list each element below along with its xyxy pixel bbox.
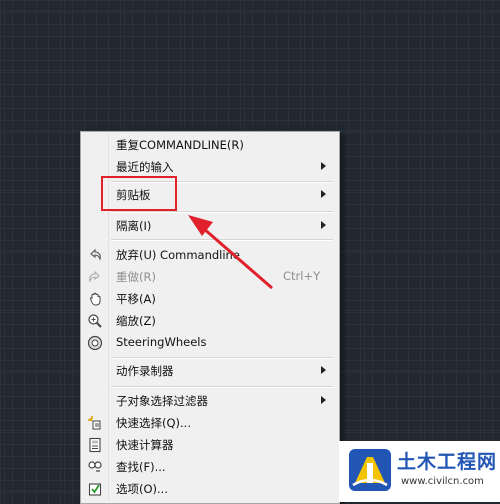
menu-separator bbox=[111, 357, 333, 359]
watermark-title: 土木工程网 bbox=[397, 451, 498, 473]
undo-icon bbox=[90, 248, 101, 261]
menu-item-label: 放弃(U) Commandline bbox=[116, 248, 240, 262]
menu-item-quick-calculator[interactable]: 快速计算器 bbox=[81, 434, 339, 456]
submenu-arrow-icon bbox=[321, 221, 326, 229]
menu-item-zoom[interactable]: 缩放(Z) bbox=[81, 310, 339, 332]
menu-item-label: 选项(O)... bbox=[116, 482, 168, 496]
submenu-arrow-icon bbox=[321, 396, 326, 404]
menu-item-label: 重复COMMANDLINE(R) bbox=[116, 138, 244, 152]
menu-item-pan[interactable]: 平移(A) bbox=[81, 288, 339, 310]
menu-item-options[interactable]: 选项(O)... bbox=[81, 478, 339, 500]
menu-separator bbox=[111, 239, 333, 241]
menu-item-find[interactable]: 查找(F)... bbox=[81, 456, 339, 478]
options-checkbox-icon bbox=[88, 483, 102, 496]
menu-item-label: 最近的输入 bbox=[116, 160, 174, 174]
calculator-icon bbox=[89, 437, 101, 453]
submenu-arrow-icon bbox=[321, 190, 326, 198]
menu-item-label: 重做(R) bbox=[116, 270, 156, 284]
quick-select-icon bbox=[88, 416, 101, 430]
site-watermark: 土木工程网 www.civilcn.com bbox=[339, 441, 500, 502]
menu-item-repeat-commandline[interactable]: 重复COMMANDLINE(R) bbox=[81, 134, 339, 156]
menu-item-subobject-filter[interactable]: 子对象选择过滤器 bbox=[81, 390, 339, 412]
clipboard-highlight-box bbox=[101, 176, 177, 211]
menu-item-label: 隔离(I) bbox=[116, 219, 152, 233]
pan-hand-icon bbox=[90, 292, 101, 306]
submenu-arrow-icon bbox=[321, 366, 326, 374]
menu-item-recent-input[interactable]: 最近的输入 bbox=[81, 156, 339, 178]
menu-item-redo[interactable]: 重做(R) Ctrl+Y bbox=[81, 266, 339, 288]
civilcn-logo bbox=[349, 449, 391, 491]
menu-item-label: 查找(F)... bbox=[116, 460, 166, 474]
menu-separator bbox=[111, 211, 333, 213]
menu-item-label: 快速计算器 bbox=[116, 438, 174, 452]
menu-item-undo[interactable]: 放弃(U) Commandline bbox=[81, 244, 339, 266]
menu-item-steeringwheels[interactable]: SteeringWheels bbox=[81, 332, 339, 354]
redo-icon bbox=[89, 270, 100, 283]
menu-item-quick-select[interactable]: 快速选择(Q)... bbox=[81, 412, 339, 434]
zoom-icon bbox=[88, 314, 102, 328]
menu-item-action-recorder[interactable]: 动作录制器 bbox=[81, 360, 339, 382]
menu-item-label: 动作录制器 bbox=[116, 364, 174, 378]
menu-item-isolate[interactable]: 隔离(I) bbox=[81, 215, 339, 237]
menu-item-label: 快速选择(Q)... bbox=[116, 416, 191, 430]
menu-item-label: 平移(A) bbox=[116, 292, 156, 306]
menu-item-label: 子对象选择过滤器 bbox=[116, 394, 208, 408]
steering-wheel-icon bbox=[87, 335, 103, 351]
menu-item-label: 缩放(Z) bbox=[116, 314, 156, 328]
menu-item-shortcut: Ctrl+Y bbox=[283, 269, 321, 283]
menu-separator bbox=[111, 386, 333, 388]
watermark-url: www.civilcn.com bbox=[401, 476, 484, 487]
find-icon bbox=[88, 461, 102, 472]
menu-item-label: SteeringWheels bbox=[116, 335, 207, 349]
submenu-arrow-icon bbox=[321, 162, 326, 170]
